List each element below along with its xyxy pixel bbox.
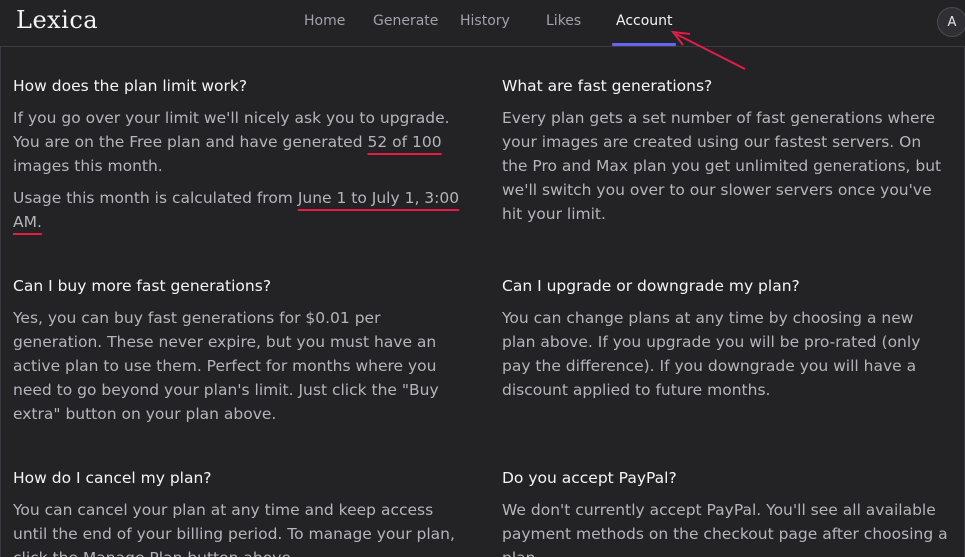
nav-generate[interactable]: Generate [373, 13, 438, 29]
nav-home[interactable]: Home [304, 13, 345, 29]
window-edge-left [0, 0, 1, 557]
faq-question: Can I upgrade or downgrade my plan? [502, 277, 800, 295]
usage-count-highlight: 52 of 100 [367, 133, 442, 151]
faq-answer: We don't currently accept PayPal. You'll… [502, 501, 948, 557]
nav-likes[interactable]: Likes [546, 13, 581, 29]
faq-answer: Every plan gets a set number of fast gen… [502, 109, 942, 223]
top-navigation-bar: Lexica Home Generate History Likes Accou… [0, 0, 965, 47]
page: Lexica Home Generate History Likes Accou… [0, 0, 965, 557]
active-tab-indicator [612, 43, 676, 46]
faq-answer: Yes, you can buy fast generations for $0… [13, 309, 439, 423]
faq-question: How do I cancel my plan? [13, 469, 212, 487]
faq-question: What are fast generations? [502, 77, 713, 95]
faq-buy-more: Can I buy more fast generations? Yes, yo… [13, 276, 468, 426]
faq-answer-usage-count: If you go over your limit we'll nicely a… [13, 109, 450, 175]
faq-question: Can I buy more fast generations? [13, 277, 272, 295]
nav-account[interactable]: Account [616, 13, 673, 29]
faq-upgrade-downgrade: Can I upgrade or downgrade my plan? You … [502, 276, 950, 402]
faq-fast-generations: What are fast generations? Every plan ge… [502, 76, 950, 226]
nav-history[interactable]: History [460, 13, 510, 29]
faq-cancel-plan: How do I cancel my plan? You can cancel … [13, 468, 468, 557]
faq-answer-usage-period: Usage this month is calculated from June… [13, 189, 460, 231]
faq-question: Do you accept PayPal? [502, 469, 677, 487]
user-avatar[interactable]: A [937, 7, 965, 37]
faq-paypal: Do you accept PayPal? We don't currently… [502, 468, 950, 557]
faq-plan-limit: How does the plan limit work? If you go … [13, 76, 468, 234]
faq-question: How does the plan limit work? [13, 77, 248, 95]
faq-answer: You can change plans at any time by choo… [502, 309, 921, 399]
faq-answer: You can cancel your plan at any time and… [13, 501, 455, 557]
main-nav: Home Generate History Likes Account [0, 0, 965, 46]
